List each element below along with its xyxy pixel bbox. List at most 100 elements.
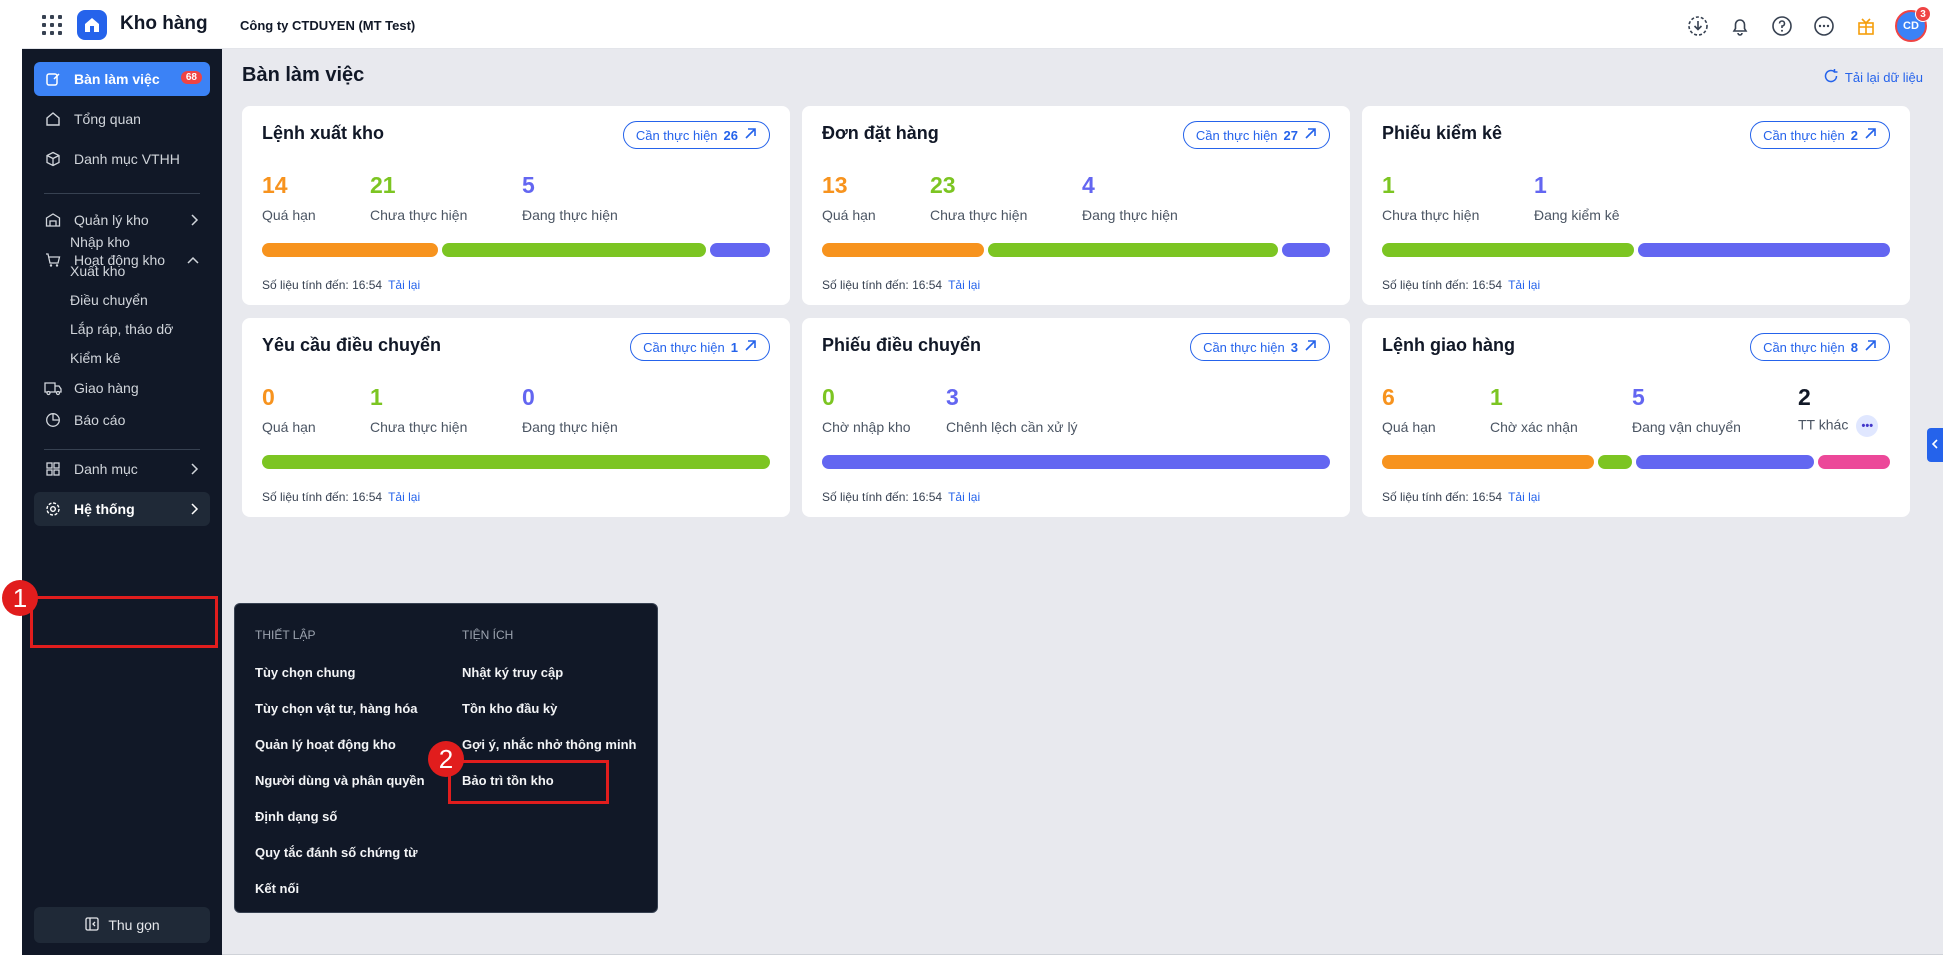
stat-num: 0 [522,384,535,410]
menu-item-general-options[interactable]: Tùy chọn chung [255,665,355,680]
more-dots-icon[interactable]: ••• [1856,415,1879,437]
sidebar-sub-import[interactable]: Nhập kho [70,234,130,250]
stat-not-started[interactable]: 1 Chưa thực hiện [1382,171,1479,223]
card-title: Phiếu kiểm kê [1382,123,1503,143]
sidebar-sub-transfer[interactable]: Điều chuyển [70,292,148,308]
card-todo-button[interactable]: Cần thực hiện 26 [622,121,770,149]
card-todo-button[interactable]: Cần thực hiện 1 [630,333,770,361]
collapse-label: Thu gọn [108,917,160,933]
user-avatar[interactable]: CD 3 [1895,6,1931,42]
app-logo-icon [77,10,107,40]
card-delivery-orders: Lệnh giao hàng Cần thực hiện 8 6 Quá hạn 1… [1362,318,1910,517]
arrow-up-right-icon [744,127,757,143]
company-name[interactable]: Công ty CTDUYEN (MT Test) [240,18,415,33]
sidebar-item-system[interactable]: Hệ thống [34,492,210,526]
sidebar-item-report[interactable]: Báo cáo [34,403,210,437]
highlight-box-stock-maintenance [448,760,609,804]
refresh-icon [1823,68,1839,87]
progress-bar [822,455,1330,469]
stat-in-transit[interactable]: 5 Đang vận chuyển [1632,383,1741,435]
stat-in-progress[interactable]: 5 Đang thực hiện [522,171,618,223]
gift-icon[interactable] [1853,13,1879,39]
menu-item-document-numbering[interactable]: Quy tắc đánh số chứng từ [255,845,418,860]
stat-other[interactable]: 2 TT khác ••• [1798,383,1879,437]
reload-link[interactable]: Tải lại [1508,278,1540,292]
stat-in-progress[interactable]: 4 Đang thực hiện [1082,171,1178,223]
card-footer: Số liệu tính đến: 16:54 Tải lại [822,490,980,504]
menu-item-users-permissions[interactable]: Người dùng và phân quyền [255,773,425,788]
step-marker-1: 1 [2,580,38,616]
sidebar-item-warehouse-mgmt[interactable]: Quản lý kho [34,203,210,237]
card-todo-button[interactable]: Cần thực hiện 27 [1182,121,1330,149]
card-todo-count: 2 [1850,127,1858,143]
data-timestamp: Số liệu tính đến: 16:54 [822,278,943,292]
stat-label: Chờ nhập kho [822,419,911,435]
menu-item-smart-reminders[interactable]: Gợi ý, nhắc nhở thông minh [462,737,636,752]
step-marker-2: 2 [428,741,464,777]
card-todo-label: Cần thực hiện [1763,339,1845,355]
bell-icon[interactable] [1727,13,1753,39]
menu-item-access-log[interactable]: Nhật ký truy cập [462,665,563,680]
sidebar-item-overview[interactable]: Tổng quan [34,102,210,136]
card-footer: Số liệu tính đến: 16:54 Tải lại [822,278,980,292]
sidebar-item-categories[interactable]: Danh mục [34,452,210,486]
stat-discrepancy[interactable]: 3 Chênh lệch cần xử lý [946,383,1078,435]
card-todo-label: Cần thực hiện [635,127,718,143]
stat-not-started[interactable]: 21 Chưa thực hiện [370,171,467,223]
card-transfer-slips: Phiếu điều chuyển Cần thực hiện 3 0 Chờ nh… [802,318,1350,517]
reload-link[interactable]: Tải lại [388,490,420,504]
bar-segment-in-transit [1636,455,1814,469]
stat-counting[interactable]: 1 Đang kiểm kê [1534,171,1620,223]
box-icon [44,150,62,168]
reload-link[interactable]: Tải lại [948,490,980,504]
menu-item-number-format[interactable]: Định dạng số [255,809,337,824]
app-name: Kho hàng [120,13,208,34]
card-stocktake: Phiếu kiểm kê Cần thực hiện 2 1 Chưa thực … [1362,106,1910,305]
download-icon[interactable] [1685,13,1711,39]
stat-awaiting-import[interactable]: 0 Chờ nhập kho [822,383,911,435]
reload-data-link[interactable]: Tải lại dữ liệu [1823,68,1923,87]
stat-not-started[interactable]: 1 Chưa thực hiện [370,383,467,435]
sidebar-item-delivery[interactable]: Giao hàng [34,371,210,405]
reload-link[interactable]: Tải lại [1508,490,1540,504]
menu-item-opening-stock[interactable]: Tồn kho đầu kỳ [462,701,557,716]
card-footer: Số liệu tính đến: 16:54 Tải lại [1382,490,1540,504]
sidebar-sub-export[interactable]: Xuất kho [70,263,125,279]
stat-overdue[interactable]: 13 Quá hạn [822,171,876,223]
stat-num: 1 [370,384,383,410]
card-todo-button[interactable]: Cần thực hiện 8 [1750,333,1890,361]
stat-not-started[interactable]: 23 Chưa thực hiện [930,171,1027,223]
stat-overdue[interactable]: 0 Quá hạn [262,383,316,435]
stat-awaiting-confirm[interactable]: 1 Chờ xác nhận [1490,383,1578,435]
menu-item-connections[interactable]: Kết nối [255,881,299,896]
sidebar-sub-inventory-check[interactable]: Kiểm kê [70,350,121,366]
card-todo-button[interactable]: Cần thực hiện 2 [1750,121,1890,149]
arrow-up-right-icon [744,339,757,355]
stat-label: Quá hạn [1382,419,1436,435]
card-title: Lệnh giao hàng [1382,335,1515,355]
avatar-badge: 3 [1915,6,1931,22]
progress-bar [822,243,1330,257]
sidebar-item-catalog-vthh[interactable]: Danh mục VTHH [34,142,210,176]
menu-item-warehouse-ops-mgmt[interactable]: Quản lý hoạt động kho [255,737,396,752]
stat-label: Chưa thực hiện [1382,207,1480,223]
more-icon[interactable] [1811,13,1837,39]
menu-item-material-options[interactable]: Tùy chọn vật tư, hàng hóa [255,701,418,716]
card-todo-label: Cần thực hiện [1763,127,1845,143]
stat-overdue[interactable]: 14 Quá hạn [262,171,316,223]
sidebar-item-workspace[interactable]: Bàn làm việc 68 [34,62,210,96]
card-todo-button[interactable]: Cần thực hiện 3 [1190,333,1330,361]
chevron-right-icon [188,462,200,479]
arrow-up-right-icon [1864,339,1877,355]
reload-link[interactable]: Tải lại [388,278,420,292]
help-icon[interactable] [1769,13,1795,39]
collapse-button[interactable]: Thu gọn [34,907,210,943]
stat-overdue[interactable]: 6 Quá hạn [1382,383,1436,435]
truck-icon [44,379,62,397]
stat-num: 6 [1382,384,1395,410]
app-grid-icon[interactable] [42,15,62,35]
side-panel-toggle[interactable] [1927,428,1943,462]
stat-in-progress[interactable]: 0 Đang thực hiện [522,383,618,435]
reload-link[interactable]: Tải lại [948,278,980,292]
sidebar-sub-assembly[interactable]: Lắp ráp, tháo dỡ [70,321,173,337]
